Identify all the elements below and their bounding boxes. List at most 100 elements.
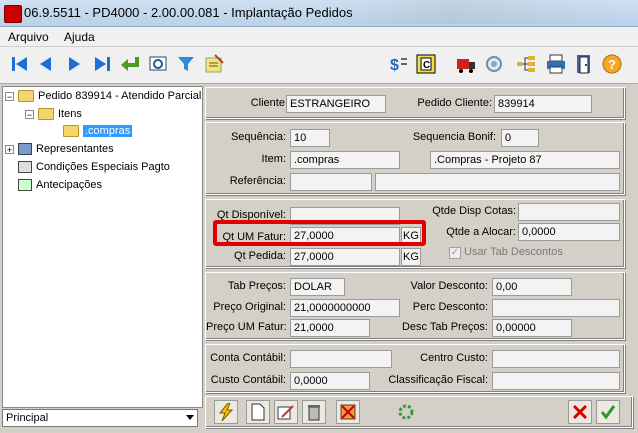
title-bar: 06.9.5511 - PD4000 - 2.00.00.081 - Impla… [0, 0, 638, 27]
process-button[interactable] [214, 400, 238, 424]
folder-icon [63, 125, 79, 137]
price-panel: Tab Preços: DOLAR Valor Desconto: 0,00 P… [205, 272, 625, 340]
tree-icon[interactable] [514, 52, 538, 76]
cancel-document-icon [340, 404, 356, 420]
qtde-alocar-label: Qtde a Alocar: [446, 226, 516, 238]
app-icon [4, 5, 22, 23]
item-label: Item: [261, 153, 286, 165]
sequencia-field[interactable]: 10 [290, 129, 330, 147]
custo-contabil-field[interactable]: 0,0000 [290, 372, 370, 390]
tree-item-representantes[interactable]: + Representantes [5, 141, 114, 157]
menu-ajuda[interactable]: Ajuda [64, 30, 95, 44]
perc-desconto-field[interactable] [492, 299, 620, 317]
tree-item-itens[interactable]: − Itens [25, 106, 82, 122]
perc-desconto-label: Perc Desconto: [412, 301, 488, 313]
tab-precos-label: Tab Preços: [227, 280, 286, 292]
conta-contabil-field[interactable] [290, 350, 392, 368]
centro-custo-label: Centro Custo: [420, 352, 488, 364]
item-code-field[interactable]: .compras [290, 151, 400, 169]
confirm-button[interactable] [596, 400, 620, 424]
usar-tab-descontos-checkbox[interactable]: ✓ [449, 247, 461, 259]
representantes-icon [18, 143, 32, 155]
preco-original-field[interactable]: 21,0000000000 [290, 299, 400, 317]
view-select-value: Principal [6, 412, 49, 424]
new-button[interactable] [246, 400, 270, 424]
collapse-icon[interactable]: − [25, 109, 34, 119]
referencia-description-field [375, 173, 620, 191]
search-icon[interactable] [482, 52, 506, 76]
next-record-icon[interactable] [62, 52, 86, 76]
folder-icon [18, 90, 34, 102]
tree-item-antecipacoes-label: Antecipações [36, 179, 103, 191]
navigation-tree: − Pedido 839914 - Atendido Parcial − Ite… [2, 86, 203, 408]
desc-tab-precos-label: Desc Tab Preços: [401, 321, 488, 333]
trash-icon [308, 405, 320, 421]
view-select[interactable]: Principal [2, 409, 198, 427]
collapse-icon[interactable]: − [5, 91, 14, 101]
chevron-down-icon [186, 415, 194, 420]
pedido-cliente-field[interactable]: 839914 [494, 95, 592, 113]
return-icon[interactable] [118, 52, 142, 76]
tree-item-antecipacoes[interactable]: Antecipações [5, 177, 102, 193]
cancel-button[interactable] [568, 400, 592, 424]
centro-custo-field[interactable] [492, 350, 620, 368]
seq-bonif-label: Sequencia Bonif: [412, 131, 496, 143]
svg-text:C: C [423, 60, 430, 71]
price-icon[interactable]: $ [386, 52, 410, 76]
valor-desconto-field[interactable]: 0,00 [492, 278, 572, 296]
qtde-disp-cotas-label: Qtde Disp Cotas: [432, 205, 516, 217]
tree-item-compras[interactable]: .compras [63, 123, 133, 139]
preco-original-label: Preço Original: [213, 301, 286, 313]
condicoes-icon [18, 161, 32, 173]
previous-record-icon[interactable] [34, 52, 58, 76]
custo-contabil-label: Custo Contábil: [210, 374, 286, 386]
desc-tab-precos-field[interactable]: 0,00000 [492, 319, 572, 337]
title-bar-background [330, 0, 630, 24]
truck-icon[interactable] [454, 52, 478, 76]
qt-pedida-unit: KG [401, 248, 421, 266]
edit-button[interactable] [274, 400, 298, 424]
preco-um-fatur-field[interactable]: 21,0000 [290, 319, 370, 337]
sequencia-label: Sequência: [230, 131, 286, 143]
item-description-field: .Compras - Projeto 87 [430, 151, 620, 169]
recalculate-button[interactable] [394, 400, 418, 424]
highlight-box [213, 220, 426, 246]
exit-icon[interactable] [572, 52, 596, 76]
edit-icon [277, 405, 294, 420]
action-bar [205, 396, 633, 428]
header-panel: Cliente: ESTRANGEIRO Pedido Cliente: 839… [205, 87, 625, 119]
referencia-label: Referência: [229, 175, 286, 187]
toolbar: $ C ? [0, 47, 638, 84]
window-title: 06.9.5511 - PD4000 - 2.00.00.081 - Impla… [24, 5, 353, 20]
qtde-alocar-field[interactable]: 0,0000 [518, 223, 620, 241]
seq-bonif-field[interactable]: 0 [501, 129, 539, 147]
qtde-disp-cotas-field[interactable] [518, 203, 620, 221]
filter-icon[interactable] [174, 52, 198, 76]
qt-pedida-field[interactable]: 27,0000 [290, 248, 400, 266]
svg-text:?: ? [608, 57, 616, 72]
conta-contabil-label: Conta Contábil: [210, 352, 286, 364]
print-icon[interactable] [544, 52, 568, 76]
help-icon[interactable]: ? [600, 52, 624, 76]
tab-precos-field[interactable]: DOLAR [290, 278, 345, 296]
classificacao-fiscal-field[interactable] [492, 372, 620, 390]
delete-button[interactable] [302, 400, 326, 424]
expand-icon[interactable]: + [5, 144, 14, 154]
edit-note-icon[interactable] [202, 52, 226, 76]
tree-item-condicoes-label: Condições Especiais Pagto [36, 161, 170, 173]
first-record-icon[interactable] [8, 52, 32, 76]
new-document-icon [251, 403, 265, 421]
lightning-icon [218, 403, 234, 421]
last-record-icon[interactable] [90, 52, 114, 76]
tree-item-condicoes[interactable]: Condições Especiais Pagto [5, 159, 170, 175]
tree-item-itens-label: Itens [58, 108, 82, 120]
preview-icon[interactable] [146, 52, 170, 76]
referencia-field[interactable] [290, 173, 372, 191]
cancel-item-button[interactable] [336, 400, 360, 424]
tree-item-order[interactable]: − Pedido 839914 - Atendido Parcial [5, 88, 201, 104]
cliente-field[interactable]: ESTRANGEIRO [286, 95, 386, 113]
copy-icon[interactable]: C [414, 52, 438, 76]
menu-arquivo[interactable]: Arquivo [8, 30, 49, 44]
qt-pedida-label: Qt Pedida: [234, 250, 286, 262]
antecipacoes-icon [18, 179, 32, 191]
